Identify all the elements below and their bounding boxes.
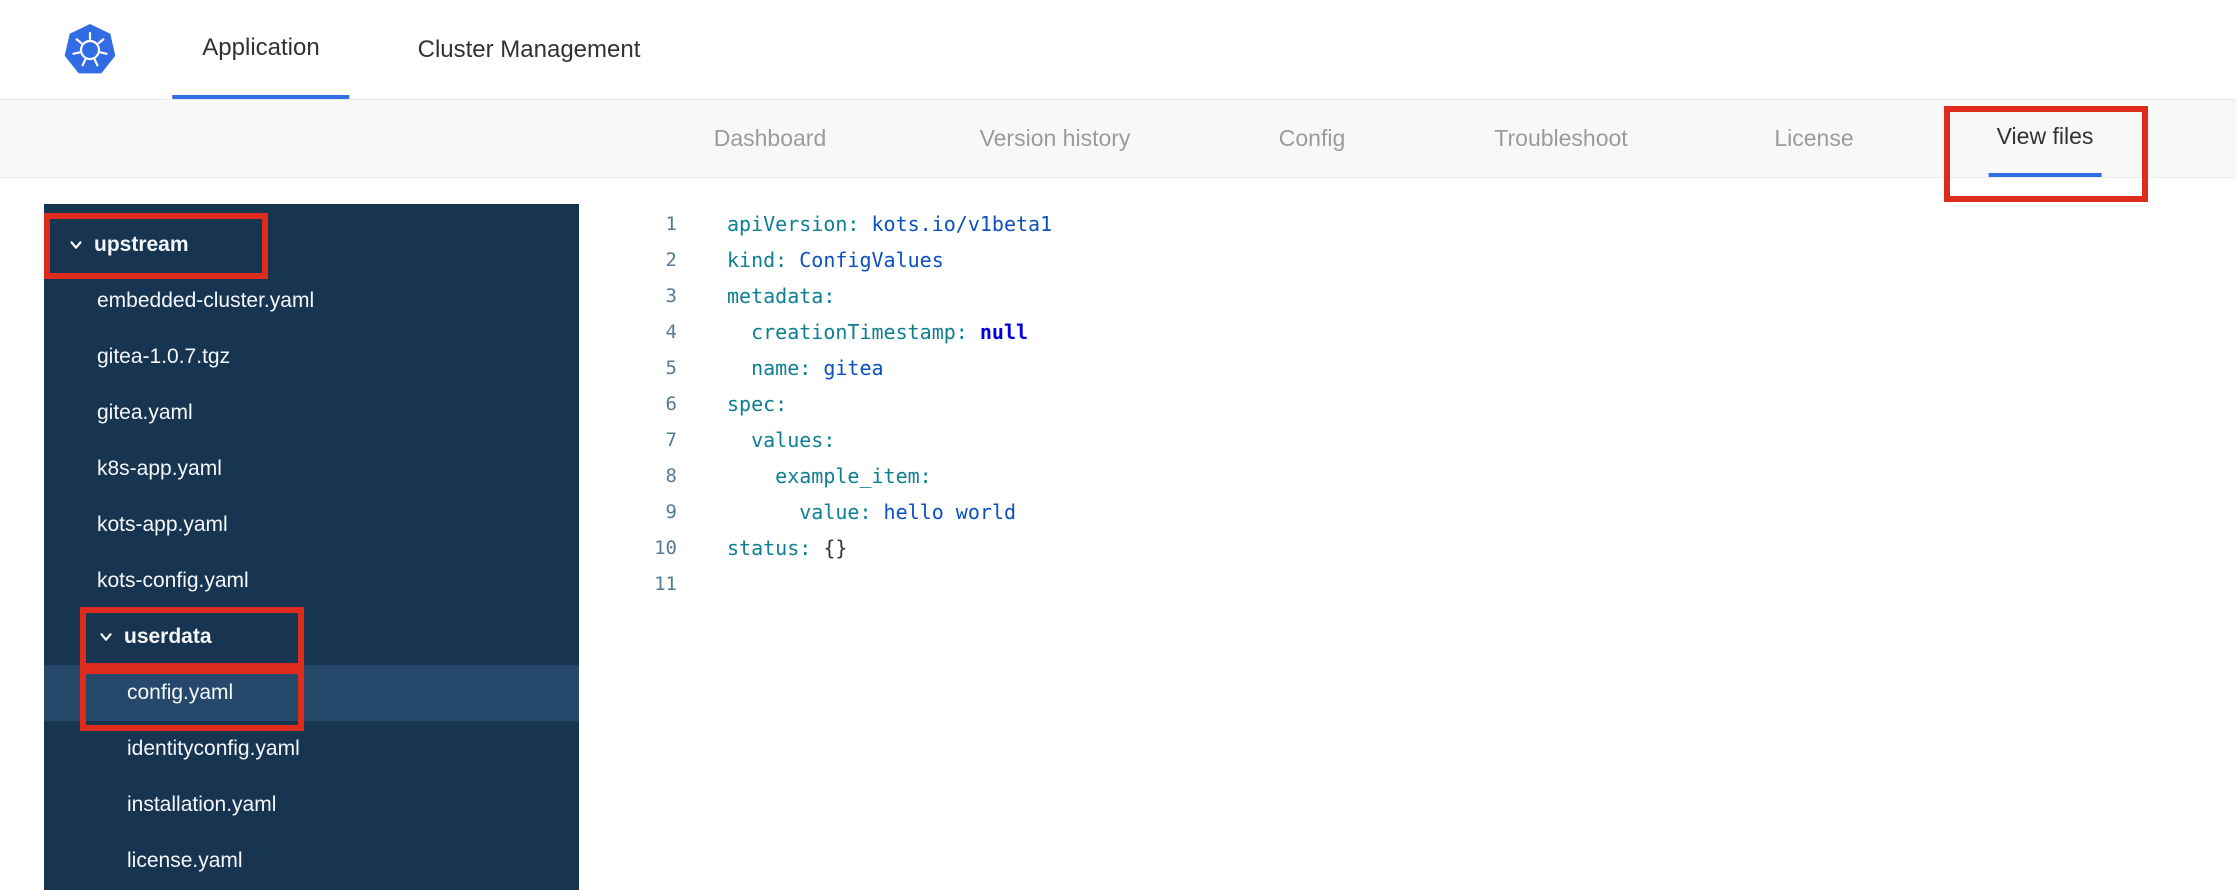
tree-item-label: config.yaml [127,681,234,704]
subnav-tab-dashboard[interactable]: Dashboard [706,100,835,177]
subnav-tab-license[interactable]: License [1766,100,1861,177]
app-subnav: Dashboard Version history Config Troublesho… [0,100,2236,178]
tree-item-userdata[interactable]: userdata [44,609,579,665]
tree-item-k8s-app-yaml[interactable]: k8s-app.yaml [44,441,579,497]
code-line: 3 metadata: [579,278,2236,314]
line-number: 3 [665,285,677,307]
subnav-tab-config[interactable]: Config [1271,100,1353,177]
file-editor[interactable]: 1 apiVersion: kots.io/v1beta1 2 kind: Confi… [579,204,2236,890]
tree-item-label: embedded-cluster.yaml [97,289,315,312]
code-text: values: [727,428,836,452]
editor-lines: 1 apiVersion: kots.io/v1beta1 2 kind: Confi… [579,206,2236,602]
app-header: Application Cluster Management [0,0,2236,100]
tree-item-label: installation.yaml [127,793,277,816]
code-line: 2 kind: ConfigValues [579,242,2236,278]
line-number: 7 [665,429,677,451]
subnav-tab-version-history[interactable]: Version history [972,100,1139,177]
code-text: spec: [727,392,788,416]
code-line: 7 values: [579,422,2236,458]
tree-item-kots-config-yaml[interactable]: kots-config.yaml [44,553,579,609]
tree-item-embedded-cluster-yaml[interactable]: embedded-cluster.yaml [44,273,579,329]
code-line: 5 name: gitea [579,350,2236,386]
tree-item-config-yaml[interactable]: config.yaml [44,665,579,721]
tree-item-kots-app-yaml[interactable]: kots-app.yaml [44,497,579,553]
line-number: 1 [665,213,677,235]
tree-item-upstream[interactable]: upstream [44,217,579,273]
subnav-tab-troubleshoot[interactable]: Troubleshoot [1486,100,1635,177]
line-number: 8 [665,465,677,487]
tree-item-label: gitea.yaml [97,401,193,424]
top-tab-cluster-management[interactable]: Cluster Management [388,0,671,99]
chevron-down-icon [97,628,115,646]
code-text: example_item: [727,464,932,488]
code-line: 9 value: hello world [579,494,2236,530]
line-number: 11 [654,573,677,595]
code-line: 6 spec: [579,386,2236,422]
code-line: 4 creationTimestamp: null [579,314,2236,350]
tree-item-identityconfig-yaml[interactable]: identityconfig.yaml [44,721,579,777]
code-text: metadata: [727,284,836,308]
code-text: status: {} [727,536,848,560]
line-number: 4 [665,321,677,343]
line-number: 9 [665,501,677,523]
tree-item-label: kots-config.yaml [97,569,249,592]
chevron-down-icon [67,236,85,254]
tree-item-label: k8s-app.yaml [97,457,222,480]
tree-item-label: identityconfig.yaml [127,737,300,760]
tree-item-label: kots-app.yaml [97,513,228,536]
tree-item-installation-yaml[interactable]: installation.yaml [44,777,579,833]
code-text: creationTimestamp: null [727,320,1029,344]
code-text: value: hello world [727,500,1016,524]
line-number: 2 [665,249,677,271]
code-text: apiVersion: kots.io/v1beta1 [727,212,1053,236]
code-line: 1 apiVersion: kots.io/v1beta1 [579,206,2236,242]
code-line: 8 example_item: [579,458,2236,494]
line-number: 10 [654,537,677,559]
tree-item-gitea-1-0-7-tgz[interactable]: gitea-1.0.7.tgz [44,329,579,385]
code-text: name: gitea [727,356,884,380]
tree-item-license-yaml[interactable]: license.yaml [44,833,579,889]
line-number: 5 [665,357,677,379]
subnav-tab-view-files[interactable]: View files [1988,100,2102,177]
tree-item-gitea-yaml[interactable]: gitea.yaml [44,385,579,441]
kubernetes-logo-icon[interactable] [62,22,118,78]
code-line: 10 status: {} [579,530,2236,566]
tree-item-label: upstream [94,233,189,256]
code-text: kind: ConfigValues [727,248,944,272]
code-line: 11 [579,566,2236,602]
kots-admin-console: Application Cluster Management Dashboard V… [0,0,2236,890]
tree-item-label: gitea-1.0.7.tgz [97,345,231,368]
file-tree: upstream embedded-cluster.yaml gitea-1.0.7… [44,204,579,890]
line-number: 6 [665,393,677,415]
tree-item-label: userdata [124,625,212,648]
top-tab-application[interactable]: Application [172,0,350,99]
tree-item-label: license.yaml [127,849,243,872]
